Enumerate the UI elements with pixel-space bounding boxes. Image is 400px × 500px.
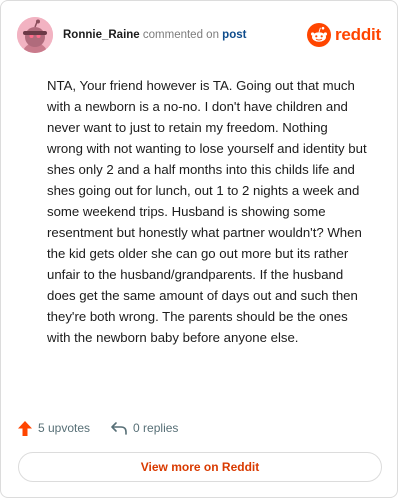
comment-meta: Ronnie_Raine commented on post	[63, 29, 246, 41]
username-link[interactable]: Ronnie_Raine	[63, 29, 140, 41]
upvote-arrow-icon	[18, 420, 32, 436]
reddit-wordmark: reddit	[334, 25, 381, 44]
reddit-snoo-icon	[306, 23, 331, 47]
upvote-button[interactable]: 5 upvotes	[17, 420, 90, 437]
reddit-logo[interactable]: reddit	[306, 23, 381, 47]
comment-header: Ronnie_Raine commented on post reddit	[17, 15, 381, 55]
upvote-count: 5 upvotes	[38, 421, 91, 435]
comment-embed-card: Ronnie_Raine commented on post reddit NT…	[0, 0, 398, 498]
action-text: commented on	[142, 29, 219, 41]
avatar[interactable]	[17, 17, 53, 53]
reply-count: 0 replies	[133, 421, 179, 435]
comment-body: NTA, Your friend however is TA. Going ou…	[47, 78, 367, 345]
reply-arrow-icon	[111, 422, 127, 435]
comment-actions: 5 upvotes 0 replies	[17, 417, 178, 439]
view-more-button[interactable]: View more on Reddit	[18, 452, 382, 482]
post-link[interactable]: post	[222, 29, 246, 41]
snoo-avatar-icon	[17, 17, 53, 53]
replies-button[interactable]: 0 replies	[110, 420, 178, 436]
